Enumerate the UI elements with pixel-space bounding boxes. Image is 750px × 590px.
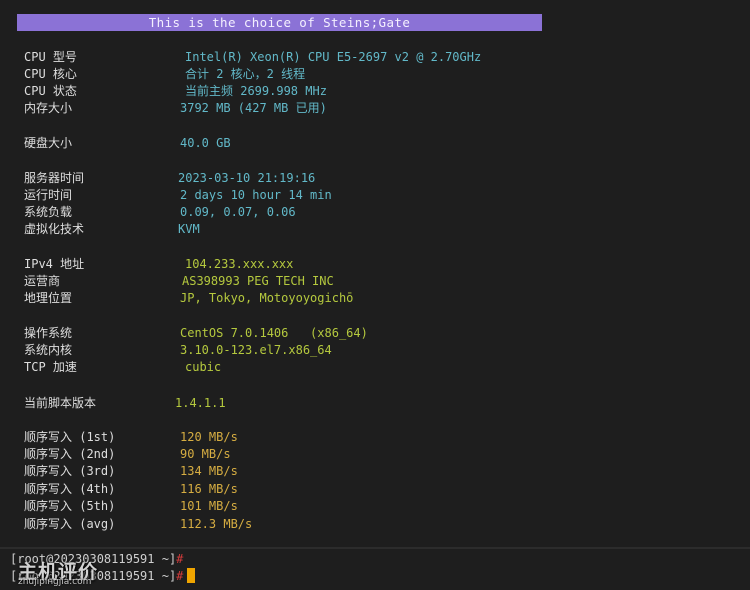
disk-io-row: 顺序写入 (5th) 101 MB/s [0,498,750,515]
disk-io-row: 顺序写入 (1st) 120 MB/s [0,429,750,446]
disk-io-row: 顺序写入 (2nd) 90 MB/s [0,446,750,463]
info-label: 系统内核 [24,343,73,357]
info-value: JP, Tokyo, Motoyoyogichō [180,291,354,305]
disk-io-label: 顺序写入 (1st) [24,430,116,444]
info-label: 虚拟化技术 [24,222,85,236]
info-label: CPU 核心 [24,67,77,81]
disk-io-value: 112.3 MB/s [180,517,253,531]
info-value: AS398993 PEG TECH INC [182,274,334,288]
info-row-uptime: 运行时间 2 days 10 hour 14 min [0,187,750,204]
info-value: 0.09, 0.07, 0.06 [180,205,296,219]
disk-io-value: 120 MB/s [180,430,238,444]
info-label: 运营商 [24,274,61,288]
info-label: 当前脚本版本 [24,396,97,410]
info-value: Intel(R) Xeon(R) CPU E5-2697 v2 @ 2.70GH… [185,50,482,64]
info-label: 内存大小 [24,101,73,115]
info-row-kernel: 系统内核 3.10.0-123.el7.x86_64 [0,342,750,359]
disk-io-label: 顺序写入 (5th) [24,499,116,513]
info-label: 地理位置 [24,291,73,305]
shell-prompt-active[interactable]: [root@20230308119591 ~]# [10,568,196,585]
disk-io-label: 顺序写入 (4th) [24,482,116,496]
prompt-symbol: # [176,552,184,566]
banner: This is the choice of Steins;Gate [17,14,542,31]
info-value: 3.10.0-123.el7.x86_64 [180,343,332,357]
info-label: 硬盘大小 [24,136,73,150]
info-row-script-version: 当前脚本版本 1.4.1.1 [0,395,750,412]
info-row-cpu-status: CPU 状态 当前主频 2699.998 MHz [0,83,750,100]
info-value: 40.0 GB [180,136,231,150]
disk-io-label: 顺序写入 (3rd) [24,464,116,478]
info-value: 2023-03-10 21:19:16 [178,171,316,185]
disk-io-row: 顺序写入 (avg) 112.3 MB/s [0,516,750,533]
info-value: 当前主频 2699.998 MHz [185,84,327,98]
info-value: 104.233.xxx.xxx [185,257,294,271]
terminal-cursor[interactable] [187,568,196,583]
terminal-window[interactable]: This is the choice of Steins;Gate CPU 型号… [0,0,750,590]
disk-io-label: 顺序写入 (avg) [24,517,116,531]
info-label: 操作系统 [24,326,73,340]
info-label: 服务器时间 [24,171,85,185]
info-value: 2 days 10 hour 14 min [180,188,332,202]
prompt-text: [root@20230308119591 ~] [10,552,177,566]
info-row-cpu-model: CPU 型号 Intel(R) Xeon(R) CPU E5-2697 v2 @… [0,49,750,66]
info-value: 合计 2 核心，2 线程 [185,67,306,81]
info-row-virtualization: 虚拟化技术 KVM [0,221,750,238]
disk-io-value: 101 MB/s [180,499,238,513]
info-row-isp: 运营商 AS398993 PEG TECH INC [0,273,750,290]
output-divider [0,547,750,549]
info-label: 运行时间 [24,188,73,202]
disk-io-value: 116 MB/s [180,482,238,496]
info-row-load: 系统负载 0.09, 0.07, 0.06 [0,204,750,221]
disk-io-row: 顺序写入 (3rd) 134 MB/s [0,463,750,480]
info-row-ipv4: IPv4 地址 104.233.xxx.xxx [0,256,750,273]
info-value: CentOS 7.0.1406 (x86_64) [180,326,368,340]
info-row-disk: 硬盘大小 40.0 GB [0,135,750,152]
disk-io-value: 90 MB/s [180,447,231,461]
info-label: CPU 状态 [24,84,77,98]
info-value: 1.4.1.1 [175,396,226,410]
disk-io-label: 顺序写入 (2nd) [24,447,116,461]
prompt-text: [root@20230308119591 ~] [10,569,177,583]
info-label: CPU 型号 [24,50,77,64]
disk-io-row: 顺序写入 (4th) 116 MB/s [0,481,750,498]
disk-io-value: 134 MB/s [180,464,238,478]
prompt-symbol: # [176,569,184,583]
info-label: 系统负载 [24,205,73,219]
shell-prompt[interactable]: [root@20230308119591 ~]# [10,551,183,568]
info-value: 3792 MB (427 MB 已用) [180,101,327,115]
info-row-server-time: 服务器时间 2023-03-10 21:19:16 [0,170,750,187]
info-row-tcp: TCP 加速 cubic [0,359,750,376]
info-row-cpu-cores: CPU 核心 合计 2 核心，2 线程 [0,66,750,83]
info-row-os: 操作系统 CentOS 7.0.1406 (x86_64) [0,325,750,342]
info-row-memory: 内存大小 3792 MB (427 MB 已用) [0,100,750,117]
info-value: cubic [185,360,222,374]
info-label: TCP 加速 [24,360,77,374]
info-row-location: 地理位置 JP, Tokyo, Motoyoyogichō [0,290,750,307]
info-label: IPv4 地址 [24,257,85,271]
info-value: KVM [178,222,200,236]
